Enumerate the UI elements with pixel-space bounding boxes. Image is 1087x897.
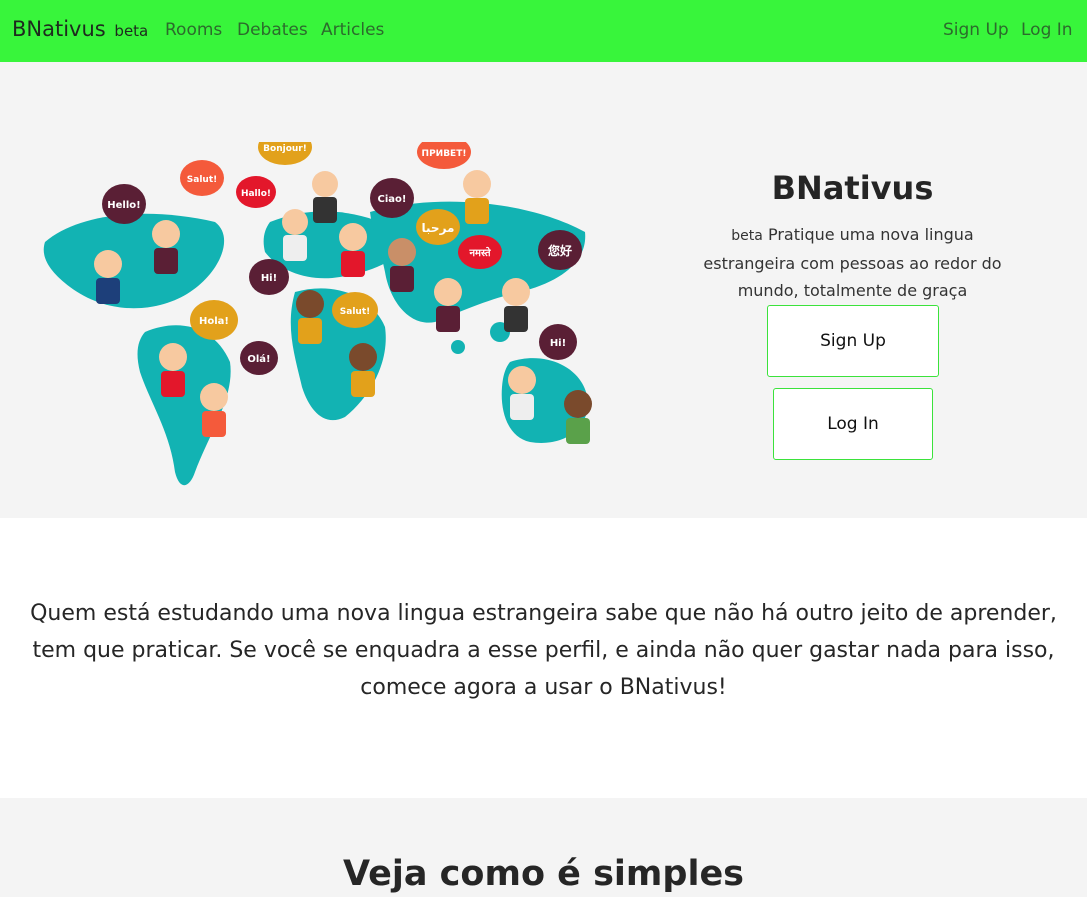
brand-logo[interactable]: BNativus beta: [12, 17, 148, 41]
bubble-hallo-text: Hallo!: [241, 189, 271, 199]
bubble-hallo: Hallo!: [236, 176, 276, 208]
bubble-hello: Hello!: [102, 184, 146, 224]
bubble-hi-1-text: Hi!: [261, 273, 277, 284]
avatar-person: [312, 171, 338, 223]
hero-sign-up-button[interactable]: Sign Up: [767, 305, 939, 377]
bubble-namaste-text: नमस्ते: [468, 246, 491, 259]
bubble-ninhao: 您好: [538, 230, 582, 270]
nav-sign-up-link[interactable]: Sign Up: [943, 20, 1009, 40]
bubble-salut-2: Salut!: [332, 292, 378, 328]
navbar: BNativus beta Rooms Debates Articles Sig…: [0, 0, 1087, 62]
bubble-hello-text: Hello!: [107, 200, 140, 211]
bubble-namaste: नमस्ते: [458, 235, 502, 269]
hero-log-in-button[interactable]: Log In: [773, 388, 933, 460]
hero-beta-badge: beta: [731, 228, 763, 244]
intro-text: Quem está estudando uma nova lingua estr…: [30, 601, 1057, 700]
bubble-hi-2-text: Hi!: [550, 338, 566, 349]
hero-description: beta Pratique uma nova lingua estrangeir…: [700, 221, 1005, 304]
bubble-salut-1-text: Salut!: [187, 175, 217, 185]
bubble-salut-1: Salut!: [180, 160, 224, 196]
brand-name: BNativus: [12, 17, 106, 41]
hero-title: BNativus: [771, 169, 934, 207]
avatar-person: [463, 170, 491, 224]
avatar-person: [502, 278, 530, 332]
bubble-privet: ПРИВЕТ!: [417, 142, 471, 169]
bubble-ola: Olá!: [240, 341, 278, 375]
bubble-hi-1: Hi!: [249, 259, 289, 295]
bubble-bonjour: Bonjour!: [258, 142, 312, 165]
bubble-ola-text: Olá!: [247, 353, 270, 365]
bubble-hola-text: Hola!: [199, 316, 229, 327]
bubble-salut-2-text: Salut!: [340, 307, 370, 317]
bubble-marhaba-text: مرحبا: [422, 221, 455, 235]
nav-log-in-link[interactable]: Log In: [1021, 20, 1073, 40]
bubble-hi-2: Hi!: [539, 324, 577, 360]
bubble-bonjour-text: Bonjour!: [263, 144, 307, 154]
bubble-ninhao-text: 您好: [548, 243, 572, 258]
hero-section: Hello! Salut! Bonjour! Hallo! Ciao! ПРИВ…: [0, 62, 1087, 518]
how-it-works-section: Veja como é simples: [0, 798, 1087, 897]
bubble-ciao-text: Ciao!: [378, 194, 407, 205]
nav-rooms-link[interactable]: Rooms: [165, 20, 222, 40]
bubble-ciao: Ciao!: [370, 178, 414, 218]
nav-articles-link[interactable]: Articles: [321, 20, 384, 40]
intro-section: Quem está estudando uma nova lingua estr…: [0, 518, 1087, 798]
nav-debates-link[interactable]: Debates: [237, 20, 308, 40]
bubble-marhaba: مرحبا: [416, 209, 460, 245]
brand-beta-badge: beta: [114, 22, 149, 40]
bubble-hola: Hola!: [190, 300, 238, 340]
how-it-works-title: Veja como é simples: [342, 854, 745, 894]
world-map-illustration: Hello! Salut! Bonjour! Hallo! Ciao! ПРИВ…: [43, 142, 592, 486]
bubble-privet-text: ПРИВЕТ!: [422, 149, 467, 159]
